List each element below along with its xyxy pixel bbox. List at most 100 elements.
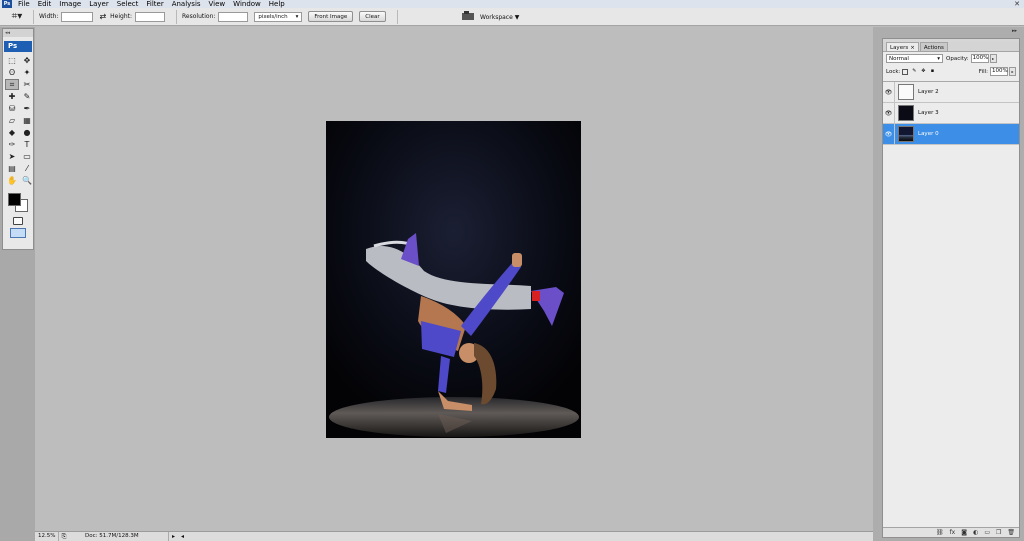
height-label: Height: xyxy=(110,13,133,20)
divider xyxy=(396,9,398,24)
layer-row[interactable]: 👁 Layer 3 xyxy=(883,102,1019,124)
dodge-tool-icon[interactable]: ● xyxy=(20,127,34,138)
shape-tool-icon[interactable]: ▭ xyxy=(20,151,34,162)
menu-filter[interactable]: Filter xyxy=(143,0,168,8)
fill-input[interactable]: 100% xyxy=(990,67,1008,76)
fill-slider-arrow-icon[interactable]: ▸ xyxy=(1009,67,1016,76)
close-window-icon[interactable]: ✕ xyxy=(1014,0,1020,8)
hand-tool-icon[interactable]: ✋ xyxy=(5,175,19,186)
lock-position-icon[interactable]: ✥ xyxy=(920,68,926,75)
brush-tool-icon[interactable]: ✎ xyxy=(20,91,34,102)
layer-thumbnail xyxy=(898,105,914,121)
chevron-down-icon: ▼ xyxy=(512,13,520,21)
status-menu-arrow-icon[interactable]: ▸ xyxy=(169,533,178,540)
dancer-photo xyxy=(326,121,581,438)
menu-image[interactable]: Image xyxy=(56,0,86,8)
eyedropper-tool-icon[interactable]: ⁄ xyxy=(20,163,34,174)
screen-mode-icon[interactable] xyxy=(10,228,26,238)
scroll-left-icon[interactable]: ◂ xyxy=(178,533,187,540)
chevron-down-icon: ▾ xyxy=(295,13,299,20)
notes-tool-icon[interactable]: ▤ xyxy=(5,163,19,174)
delete-layer-icon[interactable]: 🗑 xyxy=(1007,529,1015,536)
type-tool-icon[interactable]: T xyxy=(20,139,34,150)
layers-list: 👁 Layer 2 👁 Layer 3 👁 Layer 0 xyxy=(883,81,1019,145)
eraser-tool-icon[interactable]: ▱ xyxy=(5,115,19,126)
tab-actions[interactable]: Actions xyxy=(919,42,948,51)
lock-transparency-icon[interactable] xyxy=(902,68,909,75)
width-label: Width: xyxy=(39,13,59,20)
visibility-eye-icon[interactable]: 👁 xyxy=(883,123,895,145)
menu-file[interactable]: File xyxy=(15,0,35,8)
layer-name[interactable]: Layer 3 xyxy=(918,110,939,116)
width-input[interactable] xyxy=(61,11,94,22)
blend-mode-select[interactable]: Normal ▾ xyxy=(886,54,943,63)
new-group-icon[interactable]: ▭ xyxy=(984,529,990,536)
document-canvas[interactable] xyxy=(326,121,581,438)
link-layers-icon[interactable]: ⛓ xyxy=(936,529,944,536)
swap-dimensions-icon[interactable]: ⇄ xyxy=(99,12,106,21)
menu-help[interactable]: Help xyxy=(266,0,290,8)
marquee-tool-icon[interactable]: ⬚ xyxy=(5,55,19,66)
lock-pixels-icon[interactable]: ✎ xyxy=(911,68,917,75)
menu-view[interactable]: View xyxy=(206,0,231,8)
color-swatches xyxy=(5,191,31,213)
blend-row: Normal ▾ Opacity: 100% ▸ xyxy=(883,52,1019,65)
gradient-tool-icon[interactable]: ▦ xyxy=(20,115,34,126)
zoom-tool-icon[interactable]: 🔍 xyxy=(20,175,34,186)
clone-stamp-tool-icon[interactable]: ⛁ xyxy=(5,103,19,114)
layer-style-icon[interactable]: fx xyxy=(950,529,956,536)
layer-row[interactable]: 👁 Layer 2 xyxy=(883,81,1019,103)
close-tab-icon[interactable]: × xyxy=(910,45,915,51)
crop-tool-icon[interactable]: ⌗ xyxy=(5,79,19,90)
tab-actions-label: Actions xyxy=(923,45,944,51)
blend-mode-value: Normal xyxy=(889,55,909,62)
layer-row-selected[interactable]: 👁 Layer 0 xyxy=(883,123,1019,145)
clear-button[interactable]: Clear xyxy=(359,11,386,22)
move-tool-icon[interactable]: ✥ xyxy=(20,55,34,66)
zoom-level[interactable]: 12.5% xyxy=(35,532,59,541)
workspace-button[interactable]: Workspace ▼ xyxy=(480,11,519,23)
lock-label: Lock: xyxy=(886,68,901,75)
new-layer-icon[interactable]: ❐ xyxy=(996,529,1001,536)
height-input[interactable] xyxy=(135,11,166,22)
lock-all-icon[interactable]: ▪ xyxy=(929,68,935,75)
layer-name[interactable]: Layer 0 xyxy=(918,131,939,137)
menu-analysis[interactable]: Analysis xyxy=(169,0,206,8)
healing-tool-icon[interactable]: ✚ xyxy=(5,91,19,102)
visibility-eye-icon[interactable]: 👁 xyxy=(883,81,895,103)
menu-select[interactable]: Select xyxy=(114,0,144,8)
crop-tool-preset-icon[interactable]: ⌗▾ xyxy=(6,10,28,24)
opacity-slider-arrow-icon[interactable]: ▸ xyxy=(989,54,997,63)
resolution-input[interactable] xyxy=(218,11,249,22)
history-brush-tool-icon[interactable]: ✒ xyxy=(20,103,34,114)
magic-wand-tool-icon[interactable]: ✦ xyxy=(20,67,34,78)
menu-edit[interactable]: Edit xyxy=(35,0,57,8)
opacity-input[interactable]: 100% xyxy=(970,54,989,63)
divider xyxy=(176,9,178,24)
foreground-color[interactable] xyxy=(8,193,21,206)
resolution-units-select[interactable]: pixels/inch ▾ xyxy=(254,11,303,22)
pen-tool-icon[interactable]: ✑ xyxy=(5,139,19,150)
divider xyxy=(33,9,34,24)
adjustment-layer-icon[interactable]: ◐ xyxy=(973,529,978,536)
workspace-icon[interactable] xyxy=(461,11,475,21)
menu-window[interactable]: Window xyxy=(230,0,266,8)
panel-tabs: Layers × Actions xyxy=(883,42,1019,52)
panel-footer: ⛓ fx ◙ ◐ ▭ ❐ 🗑 xyxy=(883,527,1019,537)
toolbox-collapse-icon[interactable]: ◂◂ xyxy=(3,29,33,37)
quick-mask-icon[interactable] xyxy=(13,217,23,225)
add-mask-icon[interactable]: ◙ xyxy=(961,529,967,536)
lasso-tool-icon[interactable]: ʘ xyxy=(5,67,19,78)
menu-layer[interactable]: Layer xyxy=(86,0,114,8)
path-select-tool-icon[interactable]: ➤ xyxy=(5,151,19,162)
layer-thumbnail xyxy=(898,84,914,100)
layer-name[interactable]: Layer 2 xyxy=(918,89,939,95)
blur-tool-icon[interactable]: ◆ xyxy=(5,127,19,138)
status-options-icon[interactable]: ⎘ xyxy=(59,533,69,541)
front-image-button[interactable]: Front Image xyxy=(308,11,354,22)
visibility-eye-icon[interactable]: 👁 xyxy=(883,102,895,124)
tab-layers[interactable]: Layers × xyxy=(886,42,919,51)
expand-dock-icon[interactable]: ▸▸ xyxy=(1012,28,1017,34)
slice-tool-icon[interactable]: ✂ xyxy=(20,79,34,90)
resolution-label: Resolution: xyxy=(182,13,216,20)
